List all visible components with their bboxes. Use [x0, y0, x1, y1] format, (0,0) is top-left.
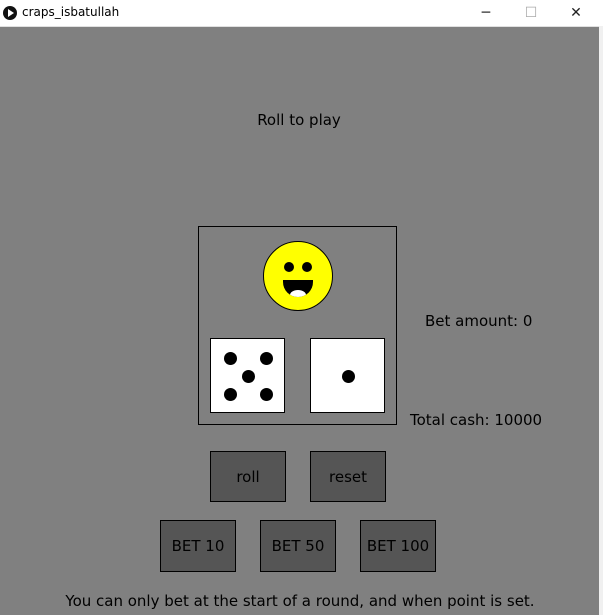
window-title: craps_isbatullah: [22, 5, 120, 19]
betting-rules-message: You can only bet at the start of a round…: [65, 592, 535, 610]
smiley-right-eye: [302, 262, 312, 272]
close-button[interactable]: ✕: [553, 0, 599, 26]
game-status-text: Roll to play: [257, 111, 341, 129]
die-pip: [260, 352, 273, 365]
window-edge: [599, 26, 603, 615]
bet-10-button[interactable]: BET 10: [160, 520, 236, 572]
die-pip: [260, 388, 273, 401]
smiley-left-eye: [284, 262, 294, 272]
die-pip: [224, 352, 237, 365]
bet-50-button[interactable]: BET 50: [260, 520, 336, 572]
total-cash-label: Total cash: 10000: [410, 411, 543, 429]
die-two: [310, 338, 385, 413]
die-pip: [242, 370, 255, 383]
roll-button[interactable]: roll: [210, 451, 286, 502]
reset-button[interactable]: reset: [310, 451, 386, 502]
app-play-icon: [3, 6, 17, 20]
die-pip: [224, 388, 237, 401]
smiley-tongue: [290, 290, 306, 297]
window-titlebar: craps_isbatullah ─ ☐ ✕: [0, 0, 603, 27]
happy-smiley-icon: [263, 241, 333, 311]
minimize-button[interactable]: ─: [463, 0, 509, 26]
die-pip: [342, 370, 355, 383]
smiley-mouth: [283, 280, 313, 297]
maximize-button[interactable]: ☐: [508, 0, 554, 26]
bet-100-button[interactable]: BET 100: [360, 520, 436, 572]
bet-amount-label: Bet amount: 0: [425, 312, 533, 330]
die-one: [210, 338, 285, 413]
